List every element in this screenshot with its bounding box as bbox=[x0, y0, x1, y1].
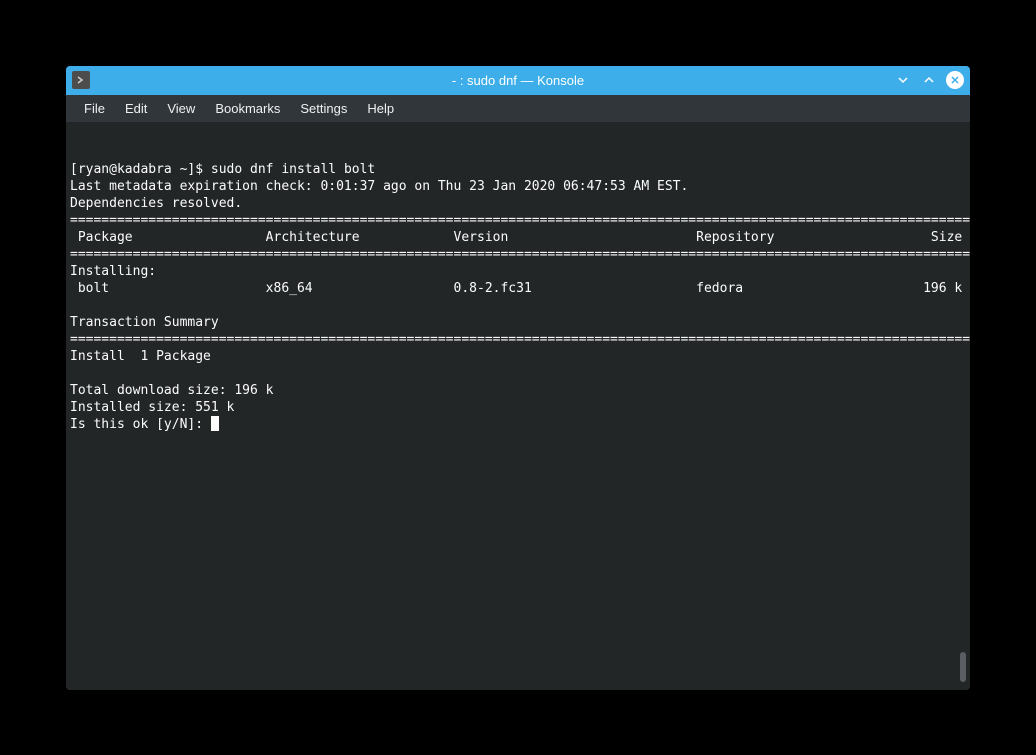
menu-help[interactable]: Help bbox=[357, 97, 404, 120]
app-icon bbox=[72, 71, 90, 89]
prompt: [ryan@kadabra ~]$ bbox=[70, 162, 211, 177]
table-header: Package Architecture Version Repository … bbox=[70, 230, 962, 245]
command-text: sudo dnf install bolt bbox=[211, 162, 375, 177]
window-title: - : sudo dnf — Konsole bbox=[452, 73, 584, 88]
menu-view[interactable]: View bbox=[157, 97, 205, 120]
separator: ========================================… bbox=[70, 213, 970, 228]
deps-line: Dependencies resolved. bbox=[70, 196, 242, 211]
window-controls bbox=[894, 71, 964, 89]
terminal-output: [ryan@kadabra ~]$ sudo dnf install bolt … bbox=[70, 161, 966, 433]
metadata-line: Last metadata expiration check: 0:01:37 … bbox=[70, 179, 688, 194]
total-download: Total download size: 196 k bbox=[70, 383, 274, 398]
menu-bookmarks[interactable]: Bookmarks bbox=[205, 97, 290, 120]
terminal-area[interactable]: [ryan@kadabra ~]$ sudo dnf install bolt … bbox=[66, 123, 970, 690]
menu-edit[interactable]: Edit bbox=[115, 97, 157, 120]
separator: ========================================… bbox=[70, 332, 970, 347]
confirm-prompt: Is this ok [y/N]: bbox=[70, 417, 211, 432]
close-button[interactable] bbox=[946, 71, 964, 89]
titlebar[interactable]: - : sudo dnf — Konsole bbox=[66, 66, 970, 95]
minimize-button[interactable] bbox=[894, 71, 912, 89]
cursor bbox=[211, 416, 219, 431]
transaction-summary: Transaction Summary bbox=[70, 315, 219, 330]
menu-file[interactable]: File bbox=[74, 97, 115, 120]
menubar: File Edit View Bookmarks Settings Help bbox=[66, 95, 970, 123]
separator: ========================================… bbox=[70, 247, 970, 262]
konsole-window: - : sudo dnf — Konsole File Edit View Bo… bbox=[66, 66, 970, 690]
maximize-button[interactable] bbox=[920, 71, 938, 89]
scrollbar[interactable] bbox=[960, 652, 966, 682]
installed-size: Installed size: 551 k bbox=[70, 400, 234, 415]
menu-settings[interactable]: Settings bbox=[290, 97, 357, 120]
installing-label: Installing: bbox=[70, 264, 156, 279]
install-count: Install 1 Package bbox=[70, 349, 211, 364]
package-row: bolt x86_64 0.8-2.fc31 fedora 196 k bbox=[70, 281, 962, 296]
